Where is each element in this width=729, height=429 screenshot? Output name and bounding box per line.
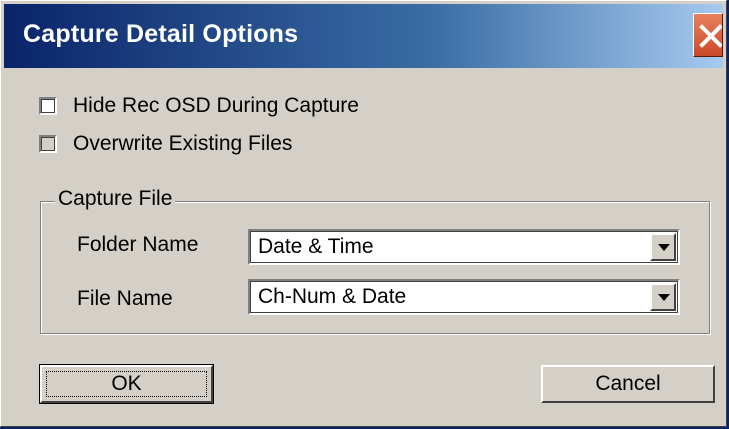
overwrite-files-label: Overwrite Existing Files bbox=[73, 132, 293, 155]
folder-name-label: Folder Name bbox=[77, 233, 199, 256]
close-icon bbox=[699, 24, 722, 48]
dialog-window: Capture Detail Options Hide Rec OSD Duri… bbox=[0, 0, 727, 427]
title-bar[interactable]: Capture Detail Options bbox=[4, 4, 723, 68]
close-button[interactable] bbox=[693, 13, 723, 57]
file-name-value: Ch-Num & Date bbox=[258, 285, 407, 308]
ok-button-label: OK bbox=[111, 372, 142, 395]
hide-rec-osd-label: Hide Rec OSD During Capture bbox=[73, 94, 359, 117]
hide-rec-osd-option[interactable]: Hide Rec OSD During Capture bbox=[39, 93, 359, 119]
cancel-button-label: Cancel bbox=[595, 372, 661, 395]
chevron-down-icon bbox=[658, 294, 670, 301]
hide-rec-osd-checkbox[interactable] bbox=[39, 97, 57, 115]
folder-name-select[interactable]: Date & Time bbox=[248, 229, 680, 265]
dialog-title: Capture Detail Options bbox=[23, 20, 299, 48]
chevron-down-icon bbox=[658, 244, 670, 251]
cancel-button[interactable]: Cancel bbox=[541, 365, 715, 403]
overwrite-files-checkbox[interactable] bbox=[39, 135, 57, 153]
capture-file-legend: Capture File bbox=[55, 187, 176, 211]
file-name-select[interactable]: Ch-Num & Date bbox=[248, 279, 680, 315]
ok-button[interactable]: OK bbox=[39, 364, 214, 404]
folder-name-dropdown-button[interactable] bbox=[650, 233, 676, 261]
folder-name-value: Date & Time bbox=[258, 235, 374, 258]
file-name-label: File Name bbox=[77, 287, 173, 310]
overwrite-files-option[interactable]: Overwrite Existing Files bbox=[39, 131, 292, 157]
file-name-dropdown-button[interactable] bbox=[650, 283, 676, 311]
